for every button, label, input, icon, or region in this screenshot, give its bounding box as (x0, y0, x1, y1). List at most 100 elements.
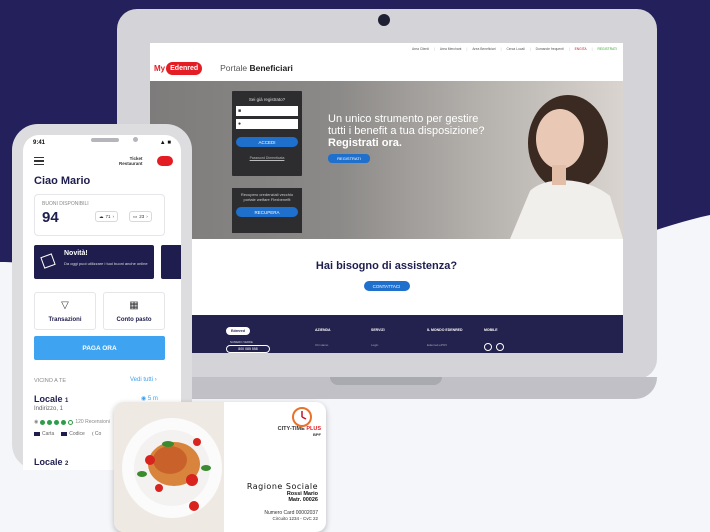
assistance-section: Hai bisogno di assistenza? CONTATTACI (150, 239, 623, 315)
novita-title: Novità! (64, 250, 88, 257)
rating-dot (61, 419, 67, 425)
code-icon (61, 431, 68, 436)
locale-1-address: Indirizzo, 1 (34, 406, 64, 412)
buoni-label: BUONI DISPONIBILI (42, 201, 89, 207)
next-banner-peek[interactable] (161, 245, 181, 279)
registrati-button[interactable]: REGISTRATI (328, 154, 370, 163)
phone-speaker (91, 138, 119, 142)
phone-camera (133, 137, 138, 142)
vedi-tutti-text: Vedi tutti (130, 377, 154, 383)
brand-bar: My Edenred Portale Beneficiari (150, 55, 623, 81)
pasta-dish-image (114, 402, 224, 532)
rating-dot (54, 419, 60, 425)
accedi-button[interactable]: ACCEDI (236, 137, 298, 147)
recover-panel: Recupero credenziali vecchio portale wel… (232, 188, 302, 233)
vicino-a-te-label: VICINO A TE (34, 378, 66, 384)
paga-ora-button[interactable]: PAGA ORA (34, 336, 165, 360)
locale-2-name: Locale (34, 457, 63, 467)
chevron-right-icon: › (154, 377, 157, 383)
online-vouchers-pill[interactable]: ☁ 71 › (95, 211, 119, 222)
transazioni-tile[interactable]: ▽ Transazioni (34, 292, 96, 330)
footer-phone-number[interactable]: 800 085 558 (226, 345, 270, 353)
card-icon: ▭ (133, 213, 138, 219)
conto-pasto-tile[interactable]: ▦ Conto pasto (103, 292, 165, 330)
footer-col-azienda: AZIENDA (315, 328, 331, 332)
tripadvisor-icon: ◉ (34, 419, 39, 425)
nav-area-merchant[interactable]: Area Merchant (440, 47, 462, 51)
card-circuit: Circuito 1234 - CvC 22 (272, 516, 318, 521)
forgot-password-link[interactable]: Password Dimenticata (236, 156, 298, 160)
hero-line-1: Un unico strumento per gestire (328, 113, 479, 125)
rating-dot (40, 419, 46, 425)
footer-link-login[interactable]: Login (371, 343, 378, 347)
hero-banner: Sei già registrato? ■ ● ACCEDI Password … (150, 81, 623, 239)
tag-contactless: ⦅ Co (91, 431, 102, 437)
status-time: 9:41 (33, 140, 46, 146)
pill-cloud-value: 71 (105, 214, 111, 219)
meal-account-icon: ▦ (129, 300, 139, 311)
portal-label: Portale (220, 63, 248, 73)
recover-text: Recupero credenziali vecchio portale wel… (240, 192, 294, 202)
locale-1-payment-tags: Carta Codice ⦅ Co (34, 431, 101, 437)
locale-1-number: 1 (65, 398, 69, 404)
logo-my: My (154, 63, 166, 73)
contattaci-button[interactable]: CONTATTACI (363, 281, 410, 291)
card-vouchers-pill[interactable]: ▭ 23 › (129, 211, 152, 222)
brand-line-2: Restaurant (119, 161, 143, 166)
user-icon: ■ (238, 108, 242, 114)
brand-bpf: BPF (313, 432, 321, 437)
locale-1-distance: ◉ 5 m (141, 395, 158, 402)
ticket-restaurant-logo: Ticket Restaurant (119, 156, 173, 166)
nav-area-beneficiari[interactable]: Area Beneficiari (472, 47, 495, 51)
vedi-tutti-link[interactable]: Vedi tutti › (130, 377, 157, 383)
username-field[interactable]: ■ (236, 106, 298, 116)
portal-title: Portale Beneficiari (220, 63, 293, 73)
hamburger-menu-icon[interactable] (34, 157, 44, 165)
nav-registrati[interactable]: REGISTRATI (597, 47, 617, 51)
footer-link-chi-siamo[interactable]: Chi siamo (315, 343, 328, 347)
footer-col-servizi: SERVIZI (371, 328, 385, 332)
chevron-right-icon: › (112, 214, 115, 219)
nav-area-clienti[interactable]: Area Clienti (412, 47, 429, 51)
hero-woman-image (510, 95, 623, 239)
conto-pasto-label: Conto pasto (116, 317, 152, 323)
play-store-icon[interactable] (496, 343, 504, 351)
portal-bold: Beneficiari (249, 63, 293, 73)
buoni-card[interactable]: BUONI DISPONIBILI 94 ☁ 71 › ▭ 23 › (34, 194, 165, 236)
rating-dot (68, 419, 74, 425)
key-icon: ● (238, 121, 242, 127)
matricola: Matr. 00026 (288, 497, 318, 503)
clock-logo-icon (292, 407, 312, 427)
signal-wifi-battery-icon: ▲ ■ (159, 140, 171, 146)
nav-separator: | (529, 47, 531, 51)
recupera-button[interactable]: RECUPERA (236, 207, 298, 217)
laptop-notch (330, 377, 442, 385)
myedenred-logo[interactable]: My Edenred (154, 61, 203, 75)
footer-logo[interactable]: Edenred (226, 327, 250, 335)
nav-separator: | (466, 47, 468, 51)
locale-1-title[interactable]: Locale 1 (34, 394, 68, 404)
nav-language[interactable]: ENGITA (575, 47, 587, 51)
edenred-badge-icon (157, 156, 173, 166)
footer-link-epov[interactable]: Edenred.ePOV (427, 343, 447, 347)
nav-separator: | (500, 47, 502, 51)
nav-cerca-locali[interactable]: Cerca Locali (506, 47, 524, 51)
laptop-screen: Area Clienti | Area Merchant | Area Bene… (150, 43, 623, 353)
locale-2-title[interactable]: Locale 2 (34, 457, 68, 467)
locale-2-number: 2 (65, 461, 69, 467)
app-store-icon[interactable] (484, 343, 492, 351)
nav-separator: | (433, 47, 435, 51)
novita-banner[interactable]: Novità! Da oggi puoi utilizzare i tuoi b… (34, 245, 154, 279)
password-field[interactable]: ● (236, 119, 298, 129)
ragione-sociale: Ragione Sociale (246, 482, 318, 491)
voucher-icon (40, 253, 56, 269)
logo-edenred: Edenred (166, 61, 203, 75)
greeting: Ciao Mario (34, 175, 91, 187)
nav-faq[interactable]: Domande frequenti (536, 47, 564, 51)
login-panel: Sei già registrato? ■ ● ACCEDI Password … (232, 91, 302, 176)
tag-codice: Codice (61, 431, 85, 437)
assistance-title: Hai bisogno di assistenza? (315, 260, 458, 272)
cloud-icon: ☁ (99, 213, 104, 219)
footer: Edenred NUMERO VERDE 800 085 558 AZIENDA… (150, 315, 623, 353)
hero-line-3: Registrati ora. (328, 137, 402, 149)
